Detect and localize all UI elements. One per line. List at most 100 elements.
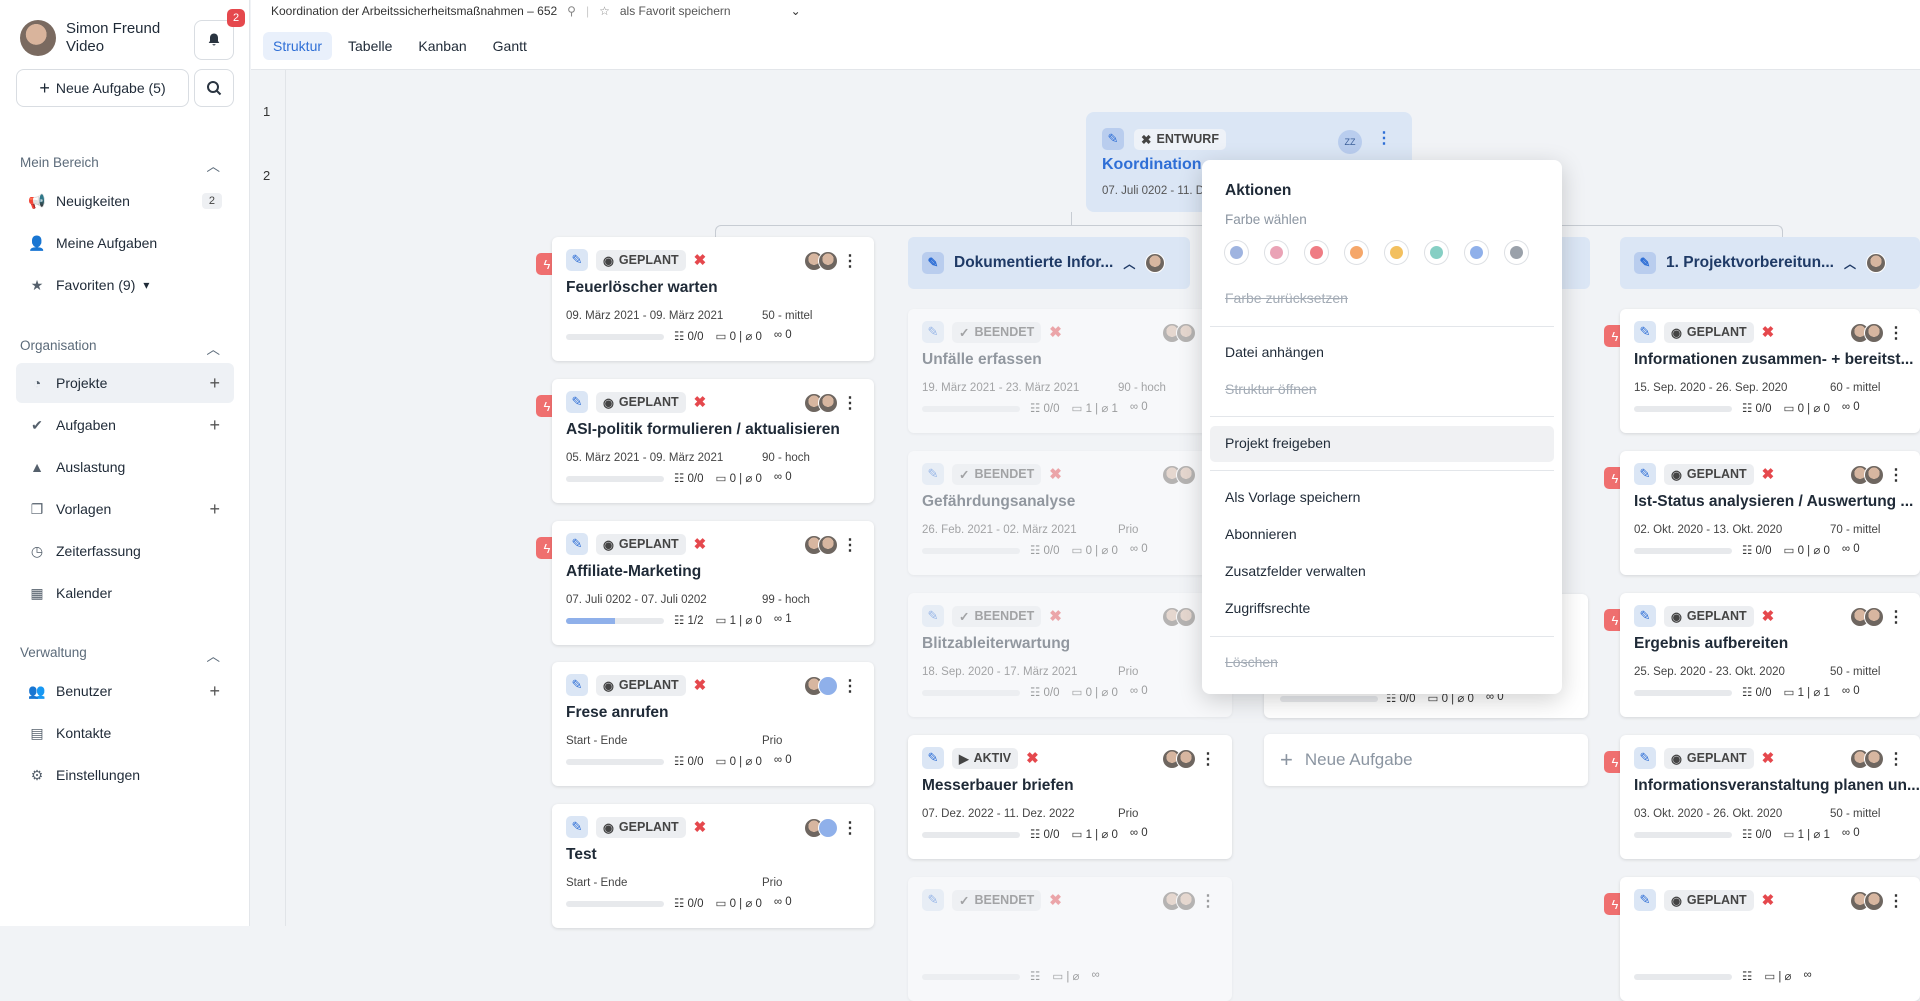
task-card[interactable]: ✎ ◉ GEPLANT ✖ ⋮ ASI-politik formulieren /… — [552, 379, 874, 503]
sidebar-item-auslastung[interactable]: ▲ Auslastung — [16, 447, 234, 487]
sidebar-item-favoriten[interactable]: ★ Favoriten (9) ▾ — [16, 265, 234, 305]
share-project-item[interactable]: Projekt freigeben — [1225, 435, 1331, 451]
edit-icon[interactable]: ✎ — [922, 747, 944, 769]
pin-icon[interactable]: ⚲ — [567, 4, 576, 18]
edit-icon[interactable]: ✎ — [1634, 463, 1656, 485]
subscribe-item[interactable]: Abonnieren — [1225, 526, 1297, 542]
add-project-icon[interactable]: + — [209, 373, 220, 394]
edit-icon[interactable]: ✎ — [566, 249, 588, 271]
task-card[interactable]: ✎ ◉ GEPLANT ✖ ⋮ Test Start - Ende Prio ☷ … — [552, 804, 874, 928]
remove-icon[interactable]: ✖ — [694, 393, 707, 411]
task-card[interactable]: ✎ ◉ GEPLANT ✖ ⋮ ☷ ▭ | ⌀ ∞ — [1620, 877, 1920, 1001]
edit-icon[interactable]: ✎ — [1634, 747, 1656, 769]
user-profile[interactable]: Simon Freund Video — [20, 20, 160, 56]
column-header[interactable]: ✎ Dokumentierte Infor... ︿ — [908, 237, 1190, 289]
remove-icon[interactable]: ✖ — [1049, 607, 1062, 625]
sidebar-item-meine-aufgaben[interactable]: 👤 Meine Aufgaben — [16, 223, 234, 263]
task-card[interactable]: ✎ ◉ GEPLANT ✖ ⋮ Informationen zusammen- +… — [1620, 309, 1920, 433]
color-swatch[interactable] — [1225, 241, 1248, 264]
tab-struktur[interactable]: Struktur — [263, 32, 333, 60]
remove-icon[interactable]: ✖ — [1762, 465, 1775, 483]
more-menu-icon[interactable]: ⋮ — [1376, 128, 1392, 148]
more-menu-icon[interactable]: ⋮ — [1888, 749, 1904, 769]
save-template-item[interactable]: Als Vorlage speichern — [1225, 489, 1360, 505]
color-swatch[interactable] — [1425, 241, 1448, 264]
more-menu-icon[interactable]: ⋮ — [1888, 891, 1904, 911]
remove-icon[interactable]: ✖ — [1026, 749, 1039, 767]
sidebar-item-aufgaben[interactable]: ✔ Aufgaben + — [16, 405, 234, 445]
more-menu-icon[interactable]: ⋮ — [842, 393, 858, 413]
tab-gantt[interactable]: Gantt — [483, 32, 537, 60]
more-menu-icon[interactable]: ⋮ — [842, 251, 858, 271]
task-card[interactable]: ✎ ✓BEENDET ✖ ⋮ Gefährdungsanalyse 26. Fe… — [908, 451, 1232, 575]
star-outline-icon[interactable]: ☆ — [599, 4, 610, 18]
task-card[interactable]: ✎ ◉ GEPLANT ✖ ⋮ Informationsveranstaltung… — [1620, 735, 1920, 859]
chevron-down-icon[interactable]: ⌄ — [791, 4, 801, 18]
remove-icon[interactable]: ✖ — [1762, 891, 1775, 909]
task-card[interactable]: ✎ ✓ BEENDET ✖ ⋮ ☷ ▭ | ⌀ ∞ — [908, 877, 1232, 1001]
more-menu-icon[interactable]: ⋮ — [842, 676, 858, 696]
edit-icon[interactable]: ✎ — [566, 674, 588, 696]
delete-item[interactable]: Löschen — [1225, 654, 1278, 670]
edit-icon[interactable]: ✎ — [566, 391, 588, 413]
remove-icon[interactable]: ✖ — [1762, 323, 1775, 341]
tab-kanban[interactable]: Kanban — [408, 32, 476, 60]
task-card[interactable]: ✎ ◉ GEPLANT ✖ ⋮ Ergebnis aufbereiten 25. … — [1620, 593, 1920, 717]
sidebar-item-benutzer[interactable]: 👥 Benutzer + — [16, 671, 234, 711]
edit-icon[interactable]: ✎ — [1102, 128, 1124, 150]
search-button[interactable] — [194, 69, 234, 107]
extra-fields-item[interactable]: Zusatzfelder verwalten — [1225, 563, 1366, 579]
remove-icon[interactable]: ✖ — [1049, 323, 1062, 341]
task-card[interactable]: ✎ ✓BEENDET ✖ ⋮ Unfälle erfassen 19. März… — [908, 309, 1232, 433]
edit-icon[interactable]: ✎ — [566, 816, 588, 838]
reset-color-item[interactable]: Farbe zurücksetzen — [1225, 290, 1348, 306]
section-mein-bereich[interactable]: Mein Bereich ︿ — [20, 155, 220, 175]
column-header[interactable]: ✎ 1. Projektvorbereitun... ︿ — [1620, 237, 1920, 289]
edit-icon[interactable]: ✎ — [1634, 889, 1656, 911]
remove-icon[interactable]: ✖ — [694, 818, 707, 836]
add-user-icon[interactable]: + — [209, 681, 220, 702]
task-card[interactable]: ✎ ◉ GEPLANT ✖ ⋮ Affiliate-Marketing 07. J… — [552, 521, 874, 645]
more-menu-icon[interactable]: ⋮ — [842, 535, 858, 555]
edit-icon[interactable]: ✎ — [1634, 252, 1656, 274]
more-menu-icon[interactable]: ⋮ — [1888, 607, 1904, 627]
color-swatch[interactable] — [1465, 241, 1488, 264]
color-swatch[interactable] — [1505, 241, 1528, 264]
task-card[interactable]: ✎ ▶ AKTIV ✖ ⋮ Messerbauer briefen 07. Dez… — [908, 735, 1232, 859]
more-menu-icon[interactable]: ⋮ — [1200, 891, 1216, 911]
access-rights-item[interactable]: Zugriffsrechte — [1225, 600, 1310, 616]
remove-icon[interactable]: ✖ — [1049, 891, 1062, 909]
sidebar-item-vorlagen[interactable]: ❐ Vorlagen + — [16, 489, 234, 529]
color-swatch[interactable] — [1385, 241, 1408, 264]
sidebar-item-projekte[interactable]: ◔ Projekte + — [16, 363, 234, 403]
remove-icon[interactable]: ✖ — [694, 251, 707, 269]
edit-icon[interactable]: ✎ — [922, 605, 944, 627]
edit-icon[interactable]: ✎ — [566, 533, 588, 555]
edit-icon[interactable]: ✎ — [1634, 605, 1656, 627]
sidebar-item-zeiterfassung[interactable]: ◷ Zeiterfassung — [16, 531, 234, 571]
sidebar-item-einstellungen[interactable]: ⚙ Einstellungen — [16, 755, 234, 795]
color-swatch[interactable] — [1265, 241, 1288, 264]
more-menu-icon[interactable]: ⋮ — [842, 818, 858, 838]
tab-tabelle[interactable]: Tabelle — [338, 32, 402, 60]
add-task-icon[interactable]: + — [209, 415, 220, 436]
remove-icon[interactable]: ✖ — [1762, 607, 1775, 625]
add-template-icon[interactable]: + — [209, 499, 220, 520]
remove-icon[interactable]: ✖ — [694, 535, 707, 553]
new-task-card[interactable]: + Neue Aufgabe — [1264, 734, 1588, 786]
more-menu-icon[interactable]: ⋮ — [1888, 465, 1904, 485]
task-card[interactable]: ✎ ◉ GEPLANT ✖ ⋮ Ist-Status analysieren / … — [1620, 451, 1920, 575]
remove-icon[interactable]: ✖ — [694, 676, 707, 694]
remove-icon[interactable]: ✖ — [1049, 465, 1062, 483]
attach-file-item[interactable]: Datei anhängen — [1225, 344, 1324, 360]
section-organisation[interactable]: Organisation ︿ — [20, 338, 220, 358]
new-task-button[interactable]: + Neue Aufgabe (5) — [16, 69, 189, 107]
favorite-link[interactable]: als Favorit speichern — [620, 4, 731, 18]
chevron-up-icon[interactable]: ︿ — [1844, 255, 1856, 272]
more-menu-icon[interactable]: ⋮ — [1888, 323, 1904, 343]
open-structure-item[interactable]: Struktur öffnen — [1225, 381, 1317, 397]
task-card[interactable]: ✎ ✓BEENDET ✖ ⋮ Blitzableiterwartung 18. … — [908, 593, 1232, 717]
edit-icon[interactable]: ✎ — [922, 321, 944, 343]
color-swatch[interactable] — [1345, 241, 1368, 264]
remove-icon[interactable]: ✖ — [1762, 749, 1775, 767]
